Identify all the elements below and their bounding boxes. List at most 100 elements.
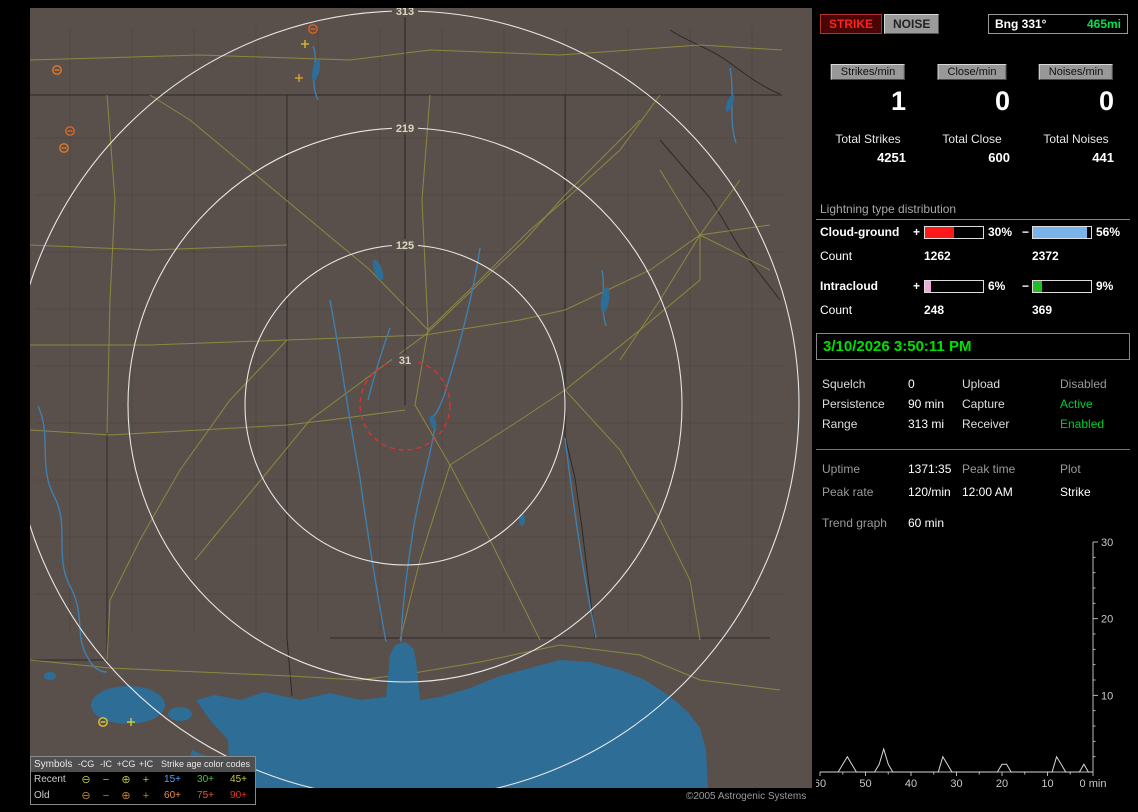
noises-per-min-value: 0: [1098, 86, 1114, 116]
trend-graph-label: Trend graph: [822, 516, 887, 530]
cloud-ground-count-row: Count 1262 2372: [816, 249, 1130, 264]
divider: [816, 449, 1130, 450]
receiver-status: Enabled: [1060, 417, 1105, 431]
chart-tick-label: 0 min: [1080, 778, 1107, 790]
chart-tick-label: 50: [859, 778, 871, 790]
legend-strike-symbol: ⊖: [81, 774, 91, 786]
cg-positive-pct: 30%: [988, 225, 1013, 239]
legend-strike-symbol: −: [102, 790, 110, 802]
ic-negative-fill: [1033, 281, 1042, 292]
legend-col-neg-cg: -CG: [77, 759, 95, 769]
legend-strike-symbol: +: [142, 790, 150, 802]
cg-negative-count: 2372: [1032, 249, 1059, 263]
total-close-label: Total Close: [942, 132, 1002, 146]
map-panel[interactable]: 313 219 125 31: [10, 5, 812, 800]
legend-age-code: 45+: [230, 774, 247, 785]
ic-negative-pct: 9%: [1096, 279, 1114, 293]
noise-mode-button[interactable]: NOISE: [884, 14, 940, 34]
strike-mode-button[interactable]: STRIKE: [820, 14, 883, 34]
legend-age-code: 60+: [164, 790, 181, 801]
legend-row-label: Recent: [34, 774, 66, 785]
chart-tick-label: 20: [1101, 614, 1113, 626]
ic-positive-count: 248: [924, 303, 945, 317]
legend-strike-symbol: +: [142, 774, 150, 786]
intracloud-count-row: Count 248 369: [816, 303, 1130, 318]
stats-row-1: Uptime 1371:35 Peak time Plot: [816, 462, 1130, 477]
legend-age-code: 15+: [164, 774, 181, 785]
lake: [168, 707, 192, 721]
ic-positive-fill: [925, 281, 931, 292]
ic-negative-count: 369: [1032, 303, 1053, 317]
legend-age-code: 90+: [230, 790, 247, 801]
capture-status: Active: [1060, 397, 1093, 411]
persistence-label: Persistence: [822, 397, 885, 411]
chart-tick-label: 30: [1101, 538, 1113, 549]
total-strikes-value: 4251: [877, 150, 906, 165]
total-strikes-label: Total Strikes: [835, 132, 901, 146]
range-value: 313 mi: [908, 417, 945, 431]
divider: [816, 219, 1130, 220]
strikes-per-min-value: 1: [890, 86, 906, 116]
bearing-range: 465mi: [1086, 17, 1121, 31]
legend-strike-symbol: ⊕: [121, 774, 131, 786]
legend-row-recent: Recent ⊖ − ⊕ +15+ 30+ 45+: [31, 772, 255, 788]
legend-title: Symbols: [34, 759, 73, 770]
legend-header: Symbols -CG -IC +CG +IC Strike age color…: [31, 757, 255, 772]
count-label: Count: [820, 249, 853, 263]
legend-age-title: Strike age color codes: [160, 759, 251, 769]
count-label: Count: [820, 303, 853, 317]
legend-row-old: Old ⊖ − ⊕ +60+ 75+ 90+: [31, 788, 255, 804]
plus-sign: +: [913, 279, 921, 293]
cg-positive-count: 1262: [924, 249, 951, 263]
trend-trace: [820, 747, 1093, 773]
close-per-min-button[interactable]: Close/min: [937, 64, 1007, 80]
intracloud-label: Intracloud: [820, 279, 879, 293]
map-land: [30, 8, 812, 788]
peak-time-label: Peak time: [962, 462, 1016, 476]
distribution-title: Lightning type distribution: [820, 202, 957, 216]
noises-counter: Noises/min 0 Total Noises 441: [1024, 64, 1128, 176]
uptime-value: 1371:35: [908, 462, 952, 476]
stats-row-2: Peak rate 120/min 12:00 AM Strike: [816, 485, 1130, 500]
legend-rows: Recent ⊖ − ⊕ +15+ 30+ 45+ Old ⊖ − ⊕ +60+ 75+ 90+: [31, 772, 255, 804]
chart-tick-label: 20: [996, 778, 1008, 790]
cg-negative-pct: 56%: [1096, 225, 1121, 239]
chart-tick-label: 10: [1041, 778, 1053, 790]
chart-tick-label: 40: [905, 778, 917, 790]
bearing-value: Bng 331°: [995, 17, 1047, 31]
datetime-display: 3/10/2026 3:50:11 PM: [816, 333, 1130, 360]
cg-negative-bar: [1032, 226, 1092, 239]
settings-row-range: Range 313 mi Receiver Enabled: [816, 417, 1130, 432]
total-noises-label: Total Noises: [1043, 132, 1109, 146]
ic-positive-bar: [924, 280, 984, 293]
ic-negative-bar: [1032, 280, 1092, 293]
noises-per-min-button[interactable]: Noises/min: [1038, 64, 1114, 80]
legend-col-pos-ic: +IC: [138, 759, 154, 769]
squelch-value: 0: [908, 377, 915, 391]
close-per-min-value: 0: [994, 86, 1010, 116]
strikes-per-min-button[interactable]: Strikes/min: [830, 64, 906, 80]
intracloud-row: Intracloud + 6% − 9%: [816, 279, 1130, 294]
legend-age-code: 75+: [197, 790, 214, 801]
sidebar: STRIKE NOISE Bng 331° 465mi Strikes/min …: [816, 8, 1130, 804]
chart-tick-label: 10: [1101, 690, 1113, 702]
ring-label: 219: [396, 123, 414, 135]
peak-rate-label: Peak rate: [822, 485, 874, 499]
close-counter: Close/min 0 Total Close 600: [920, 64, 1024, 176]
plot-label: Plot: [1060, 462, 1081, 476]
chart-tick-label: 30: [950, 778, 962, 790]
upload-label: Upload: [962, 377, 1001, 391]
app-window: 313 219 125 31 Symbols -CG -IC +CG +IC Stri…: [0, 0, 1138, 812]
legend-strike-symbol: ⊖: [81, 790, 91, 802]
peak-rate-value: 120/min: [908, 485, 951, 499]
map-svg: 313 219 125 31: [10, 5, 812, 800]
ring-label: 31: [399, 355, 411, 367]
lake: [44, 672, 56, 680]
settings-row-squelch: Squelch 0 Upload Disabled: [816, 377, 1130, 392]
peak-time-value: 12:00 AM: [962, 485, 1013, 499]
cloud-ground-row: Cloud-ground + 30% − 56%: [816, 225, 1130, 240]
persistence-value: 90 min: [908, 397, 945, 411]
total-noises-value: 441: [1092, 150, 1114, 165]
chart-axes: [819, 541, 1098, 776]
legend-col-neg-ic: -IC: [100, 759, 112, 769]
